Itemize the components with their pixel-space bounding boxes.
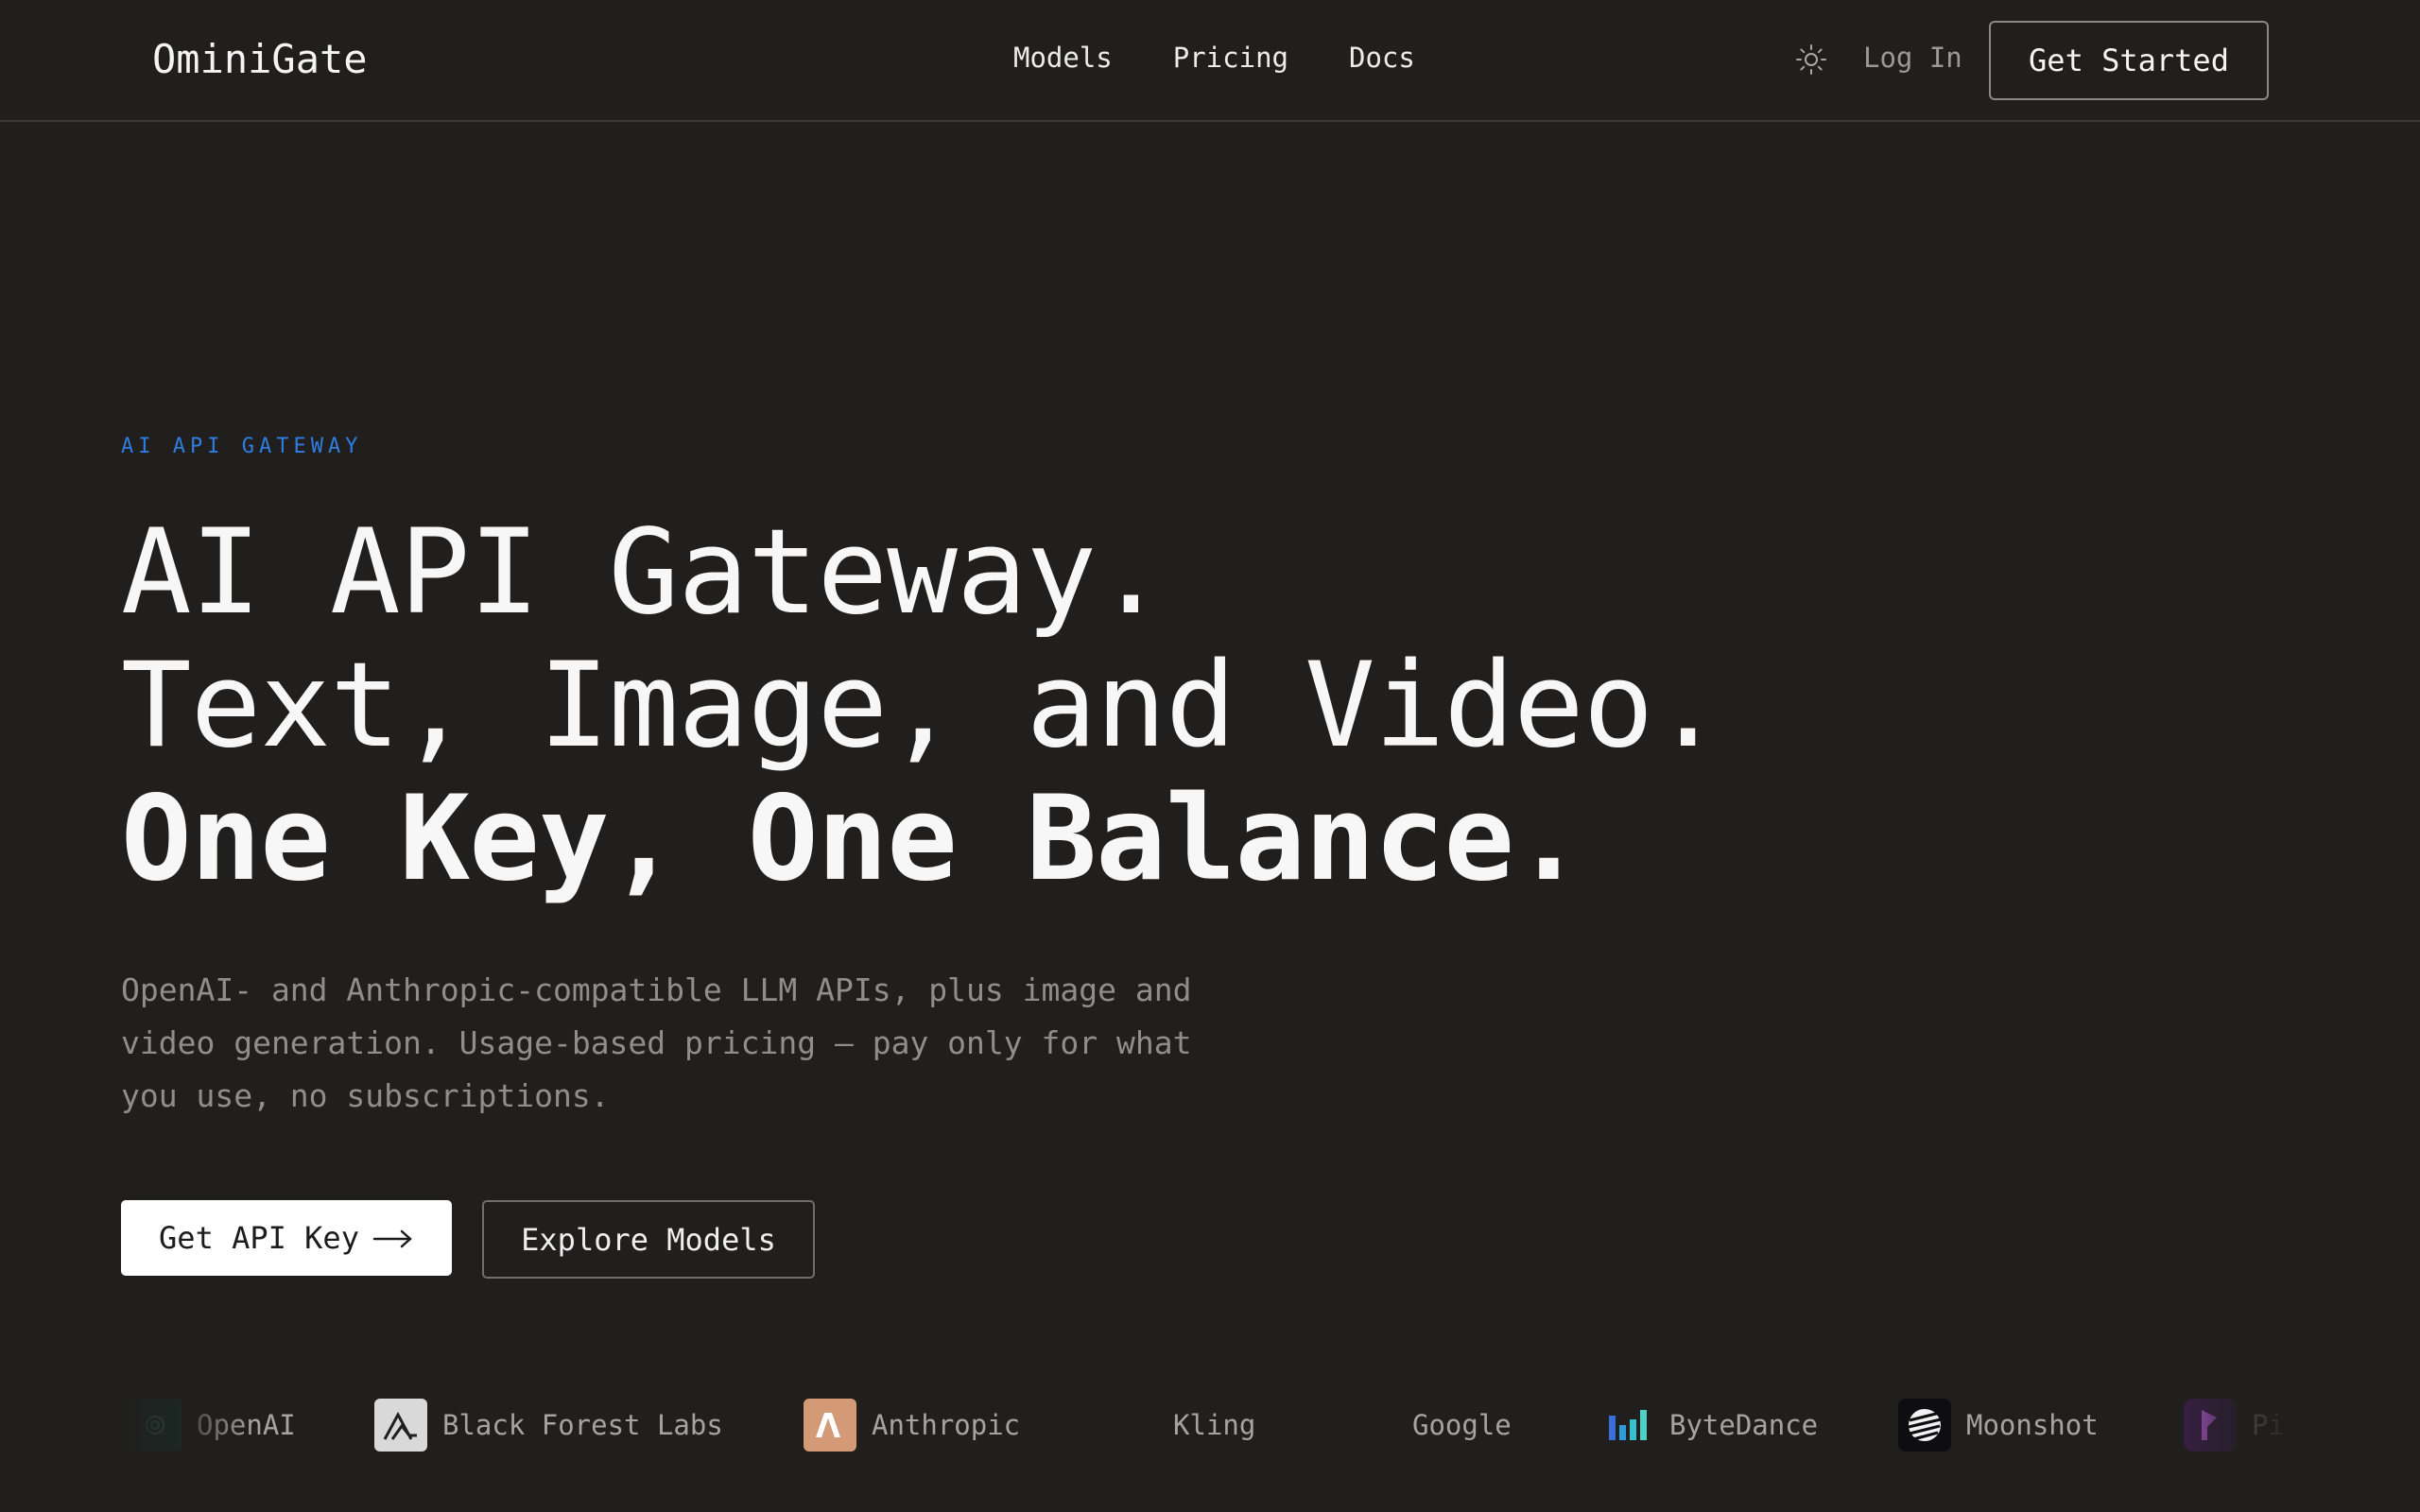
nav-link-models[interactable]: Models	[1013, 42, 1113, 74]
provider-bytedance: ByteDance	[1601, 1389, 1818, 1461]
provider-openai: OpenAI	[129, 1389, 296, 1461]
get-api-key-label: Get API Key	[159, 1220, 359, 1256]
sun-icon[interactable]	[1794, 43, 1828, 77]
provider-kling: Kling	[1173, 1389, 1255, 1461]
hero-cta-row: Get API Key Explore Models	[121, 1200, 815, 1279]
provider-black-forest-labs: Black Forest Labs	[374, 1389, 723, 1461]
main-nav: Models Pricing Docs	[1013, 42, 1415, 74]
explore-models-button[interactable]: Explore Models	[482, 1200, 815, 1279]
provider-moonshot: Moonshot	[1898, 1389, 2099, 1461]
brand-logo[interactable]: OminiGate	[152, 36, 368, 82]
bytedance-logo-icon	[1601, 1399, 1654, 1452]
openai-logo-icon	[129, 1399, 182, 1452]
provider-name: ByteDance	[1669, 1409, 1819, 1441]
provider-anthropic: Anthropic	[804, 1389, 1020, 1461]
provider-logo-strip: OpenAI Black Forest Labs Anthropic Kling…	[121, 1389, 2299, 1461]
nav-link-docs[interactable]: Docs	[1349, 42, 1415, 74]
headline-line-1: AI API Gateway.	[121, 505, 1167, 641]
hero-description: OpenAI- and Anthropic-compatible LLM API…	[121, 971, 1192, 1114]
provider-google: Google	[1412, 1389, 1512, 1461]
provider-name: Google	[1412, 1409, 1512, 1441]
provider-name: Moonshot	[1966, 1409, 2099, 1441]
provider-pika: Pi	[2184, 1389, 2285, 1461]
get-api-key-button[interactable]: Get API Key	[121, 1200, 452, 1276]
provider-name: Kling	[1173, 1409, 1256, 1441]
arrow-right-icon	[372, 1220, 414, 1256]
login-link[interactable]: Log In	[1863, 42, 1962, 74]
provider-name: Anthropic	[872, 1409, 1021, 1441]
get-started-button[interactable]: Get Started	[1989, 21, 2269, 100]
black-forest-labs-logo-icon	[374, 1399, 427, 1452]
nav-link-pricing[interactable]: Pricing	[1173, 42, 1288, 74]
hero-headline: AI API Gateway. Text, Image, and Video. …	[121, 505, 1723, 907]
headline-line-2: Text, Image, and Video.	[121, 638, 1723, 774]
pika-logo-icon	[2184, 1399, 2237, 1452]
headline-line-3: One Key, One Balance.	[121, 771, 1584, 907]
provider-name: OpenAI	[197, 1409, 296, 1441]
moonshot-logo-icon	[1898, 1399, 1951, 1452]
provider-name: Pi	[2252, 1409, 2285, 1441]
provider-name: Black Forest Labs	[442, 1409, 723, 1441]
hero-eyebrow: AI API GATEWAY	[121, 435, 363, 458]
top-navbar: OminiGate Models Pricing Docs Log In Get…	[0, 0, 2420, 122]
anthropic-logo-icon	[804, 1399, 856, 1452]
